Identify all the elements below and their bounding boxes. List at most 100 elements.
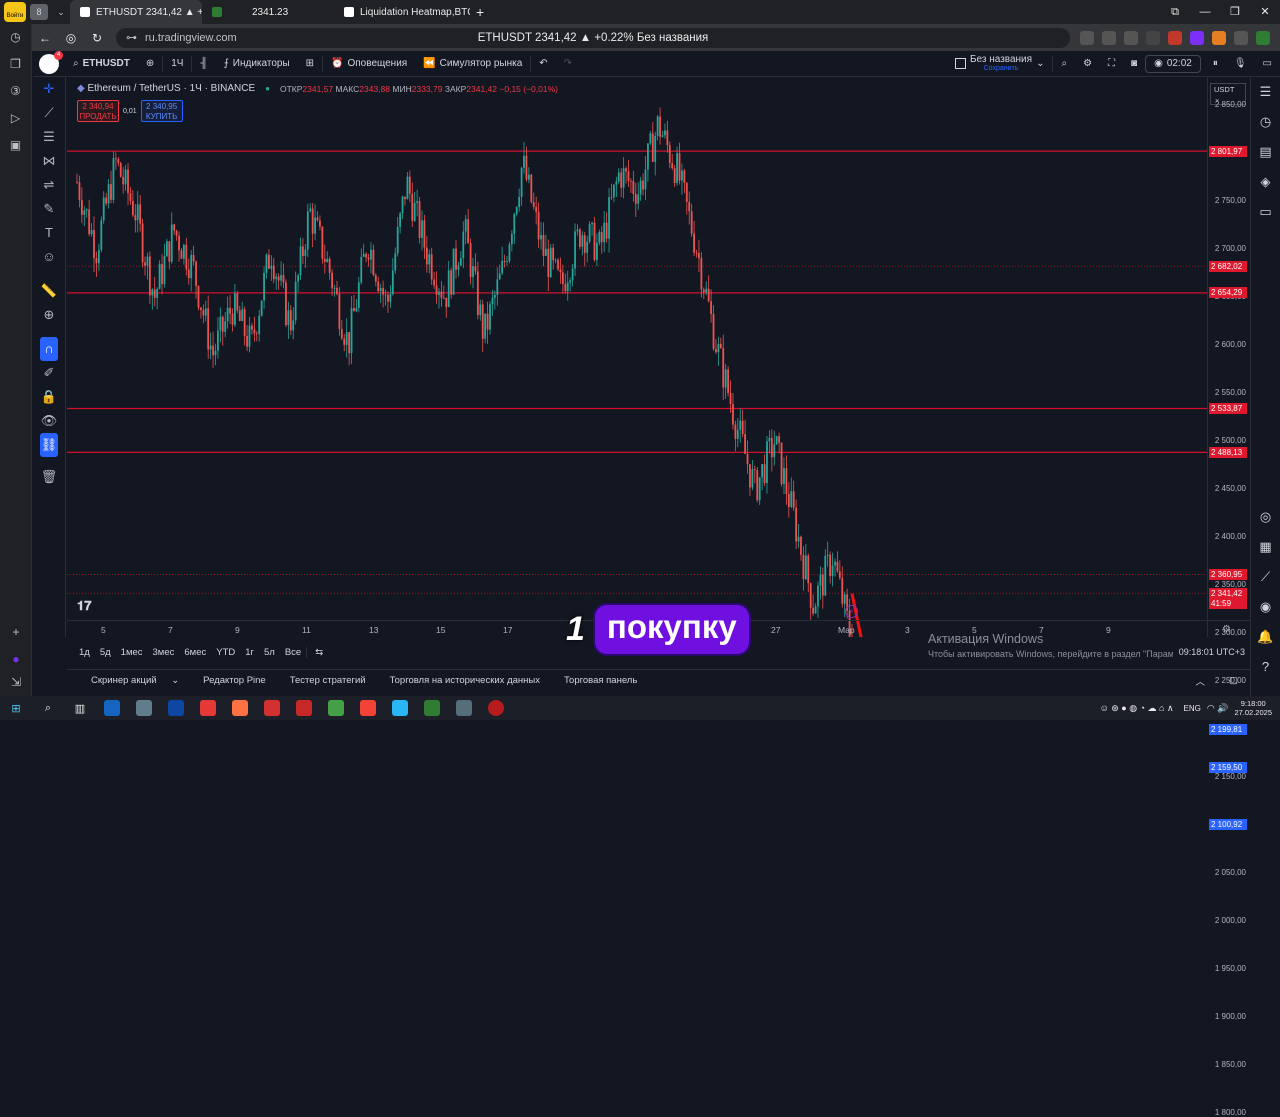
buy-button[interactable]: 2 340,95КУПИТЬ <box>141 100 183 122</box>
tab-replay-trading[interactable]: Торговля на исторических данных <box>378 675 552 686</box>
text-icon[interactable]: T <box>33 221 65 245</box>
collections-icon[interactable]: ❐ <box>0 51 31 78</box>
indicators-button[interactable]: ⨍Индикаторы <box>216 58 298 69</box>
profile-avatar[interactable]: Войти <box>4 2 26 22</box>
stream-icon[interactable]: ◉ <box>1251 592 1280 622</box>
pattern-icon[interactable]: ⋈ <box>33 149 65 173</box>
screen-icon[interactable]: ▭ <box>1255 58 1280 69</box>
replay-button[interactable]: ⏪Симулятор рынка <box>415 58 530 69</box>
new-tab-button[interactable]: + <box>476 4 484 20</box>
record-app-icon[interactable] <box>488 700 504 716</box>
tab-strategy-tester[interactable]: Тестер стратегий <box>278 675 378 686</box>
event-icon[interactable]: ⚡ <box>845 605 858 618</box>
link-icon[interactable]: ⛓ <box>40 433 58 457</box>
range-1m[interactable]: 1мес <box>116 647 148 658</box>
maximize-panel-icon[interactable]: ▢ <box>1217 675 1250 686</box>
mic-icon[interactable] <box>1102 31 1116 45</box>
watchlist-icon[interactable]: ☰ <box>1251 77 1280 107</box>
draw-lock-icon[interactable]: ✐ <box>33 361 65 385</box>
clock[interactable]: 9:18:00 27.02.2025 <box>1234 699 1272 717</box>
camera-icon[interactable]: ◙ <box>1123 58 1145 69</box>
help-icon[interactable]: ? <box>1251 652 1280 682</box>
download-icon[interactable] <box>1256 31 1270 45</box>
trendline-icon[interactable]: ⟋ <box>33 101 65 125</box>
ruler-icon[interactable]: 📏 <box>33 279 65 303</box>
range-1y[interactable]: 1г <box>240 647 259 658</box>
symbol-search[interactable]: ⌕ETHUSDT <box>65 58 138 69</box>
language-indicator[interactable]: ENG <box>1184 704 1201 713</box>
record-button[interactable]: ◉02:02 <box>1145 55 1201 73</box>
add-icon[interactable]: + <box>0 619 32 646</box>
tab-price[interactable]: 2341.23 <box>202 0 334 24</box>
network-icon[interactable]: ◠ 🔊 <box>1207 703 1229 714</box>
price-level-label[interactable]: 2 341,42 <box>1209 588 1247 599</box>
eye-icon[interactable]: 👁 <box>33 409 65 433</box>
opera-icon[interactable] <box>264 700 280 716</box>
wallet-icon[interactable]: ▣ <box>0 132 31 159</box>
minimize-button[interactable]: — <box>1190 0 1220 24</box>
chrome-icon[interactable] <box>328 700 344 716</box>
maximize-button[interactable]: ❐ <box>1220 0 1250 24</box>
workspaces-icon[interactable]: 8 <box>30 4 48 20</box>
price-level-label[interactable]: 2 533,87 <box>1209 403 1247 414</box>
trash-icon[interactable]: 🗑 <box>33 465 65 489</box>
history-icon[interactable]: ◎ <box>58 31 84 45</box>
metamask-icon[interactable] <box>1212 31 1226 45</box>
calculator-icon[interactable] <box>136 700 152 716</box>
tab-trading-panel[interactable]: Торговая панель <box>552 675 649 686</box>
compare-icon[interactable]: ⊕ <box>138 58 162 69</box>
vivaldi-icon[interactable] <box>200 700 216 716</box>
price-level-label[interactable]: 2 100,92 <box>1209 819 1247 830</box>
price-level-label[interactable]: 2 801,97 <box>1209 146 1247 157</box>
axis-settings-icon[interactable]: ⚙ <box>1222 624 1231 635</box>
undo-icon[interactable]: ↶ <box>531 58 555 69</box>
ideas-icon[interactable]: ⟋ <box>1251 562 1280 592</box>
alerts-clock-icon[interactable]: ◷ <box>1251 107 1280 137</box>
fullscreen-icon[interactable]: ⛶ <box>1100 58 1123 69</box>
sell-button[interactable]: 2 340,94ПРОДАТЬ <box>77 100 119 122</box>
tab-list-icon[interactable]: ⌄ <box>52 7 70 18</box>
back-icon[interactable]: ← <box>32 31 58 45</box>
settings-icon[interactable]: ⚙ <box>1075 58 1100 69</box>
user-avatar[interactable]: 4 <box>39 54 59 74</box>
mic-icon[interactable]: 🎙 <box>1226 58 1255 69</box>
workspace-icon[interactable]: ③ <box>0 78 31 105</box>
range-1d[interactable]: 1д <box>67 647 95 658</box>
price-chart[interactable] <box>67 77 1207 637</box>
redo-icon[interactable]: ↷ <box>556 58 580 69</box>
candles-icon[interactable]: ╢ <box>192 58 215 69</box>
chat-icon[interactable]: ▭ <box>1251 197 1280 227</box>
price-level-label[interactable]: 2 199,81 <box>1209 724 1247 735</box>
alerts-button[interactable]: ⏰Оповещения <box>323 58 415 69</box>
emoji-icon[interactable]: ☺ <box>33 245 65 269</box>
layout-menu[interactable]: Без названияСохранить ⌄ <box>947 55 1053 73</box>
templates-icon[interactable]: ⊞ <box>298 58 322 69</box>
crosshair-icon[interactable]: ✛ <box>33 77 65 101</box>
telegram-icon[interactable] <box>392 700 408 716</box>
price-axis[interactable]: USDT ⌄ 2 850,002 800,002 750,002 700,002… <box>1207 77 1250 637</box>
range-all[interactable]: Все <box>280 647 306 658</box>
range-5d[interactable]: 5д <box>95 647 116 658</box>
calendar-icon[interactable]: ▦ <box>1251 532 1280 562</box>
time-display[interactable]: 09:18:01 UTC+3 <box>1174 647 1250 657</box>
range-5y[interactable]: 5л <box>259 647 280 658</box>
close-window-button[interactable]: ✕ <box>1250 0 1280 24</box>
lock-icon[interactable]: 🔒 <box>33 385 65 409</box>
price-level-label[interactable]: 2 682,02 <box>1209 261 1247 272</box>
youtube-icon[interactable] <box>296 700 312 716</box>
pause-icon[interactable]: ⏸ <box>1205 58 1226 69</box>
price-level-label[interactable]: 2 654,29 <box>1209 287 1247 298</box>
photoshop-icon[interactable] <box>168 700 184 716</box>
collapse-icon[interactable]: ︿ <box>1184 674 1218 688</box>
tray-icons[interactable]: ☺ ⊛ ● ◍ ◔ ☁ ⌂ ∧ <box>1100 703 1174 714</box>
extension-icon[interactable] <box>1080 31 1094 45</box>
menu-icon[interactable] <box>1146 31 1160 45</box>
extension-red-icon[interactable] <box>1168 31 1182 45</box>
tab-pine-editor[interactable]: Редактор Pine <box>191 675 278 686</box>
brush-icon[interactable]: ✎ <box>33 197 65 221</box>
play-icon[interactable]: ▷ <box>0 105 31 132</box>
search-icon[interactable]: ⌕ <box>32 702 64 715</box>
price-level-label[interactable]: 2 360,95 <box>1209 569 1247 580</box>
share-icon[interactable] <box>1234 31 1248 45</box>
reload-icon[interactable]: ↻ <box>84 31 110 45</box>
